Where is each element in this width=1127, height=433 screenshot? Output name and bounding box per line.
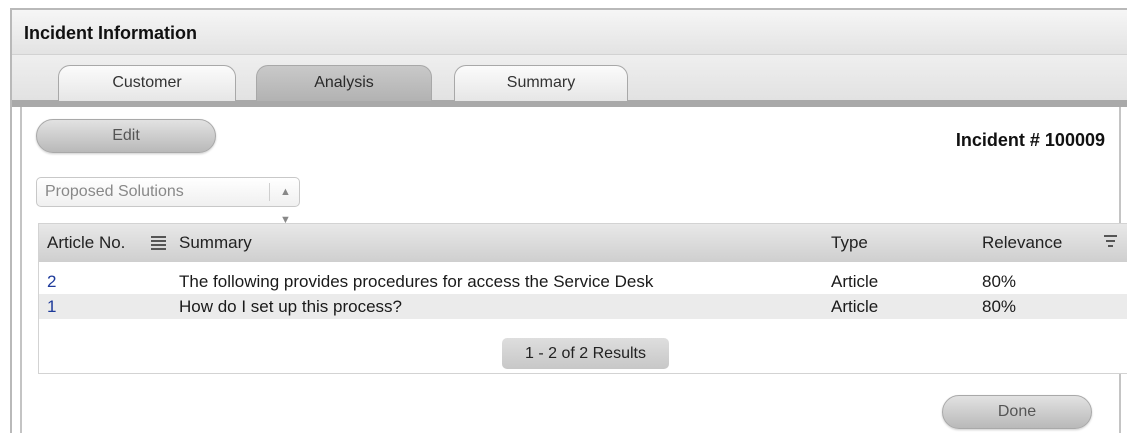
article-summary: The following provides procedures for ac… <box>179 272 654 291</box>
done-button[interactable]: Done <box>942 395 1092 429</box>
article-type: Article <box>831 297 879 316</box>
analysis-panel: Edit Incident # 100009 Proposed Solution… <box>20 107 1127 433</box>
column-article-no[interactable]: Article No. <box>47 224 125 262</box>
column-menu-icon[interactable] <box>151 236 166 250</box>
incident-information-window: Incident Information Customer Analysis S… <box>10 8 1127 433</box>
tab-analysis[interactable]: Analysis <box>256 65 432 101</box>
sort-filter-icon[interactable] <box>1104 235 1117 251</box>
article-number-link[interactable]: 2 <box>47 269 56 294</box>
column-summary[interactable]: Summary <box>179 224 252 262</box>
table-header: Article No. Summary Type Relevance <box>39 224 1127 262</box>
select-divider <box>269 183 270 201</box>
article-relevance: 80% <box>982 297 1017 316</box>
tab-summary[interactable]: Summary <box>454 65 628 101</box>
tab-divider <box>12 100 1127 107</box>
article-type: Article <box>831 272 879 291</box>
incident-number: Incident # 100009 <box>955 130 1105 150</box>
tab-strip: Customer Analysis Summary <box>12 55 1127 101</box>
table-row[interactable]: 2 The following provides procedures for … <box>39 269 1127 294</box>
proposed-solutions-select[interactable]: Proposed Solutions ▲ ▼ <box>36 177 300 226</box>
solutions-table: Article No. Summary Type Relevance 2 The… <box>38 223 1127 374</box>
column-type[interactable]: Type <box>831 224 868 262</box>
article-summary: How do I set up this process? <box>179 297 403 316</box>
article-number-link[interactable]: 1 <box>47 294 56 319</box>
select-value: Proposed Solutions <box>45 183 184 200</box>
article-relevance: 80% <box>982 272 1017 291</box>
table-row[interactable]: 1 How do I set up this process? Article … <box>39 294 1127 319</box>
panel-title: Incident Information <box>12 10 1127 55</box>
column-relevance[interactable]: Relevance <box>982 224 1062 262</box>
pagination-summary[interactable]: 1 - 2 of 2 Results <box>502 338 669 369</box>
edit-button[interactable]: Edit <box>36 119 216 153</box>
tab-customer[interactable]: Customer <box>58 65 236 101</box>
